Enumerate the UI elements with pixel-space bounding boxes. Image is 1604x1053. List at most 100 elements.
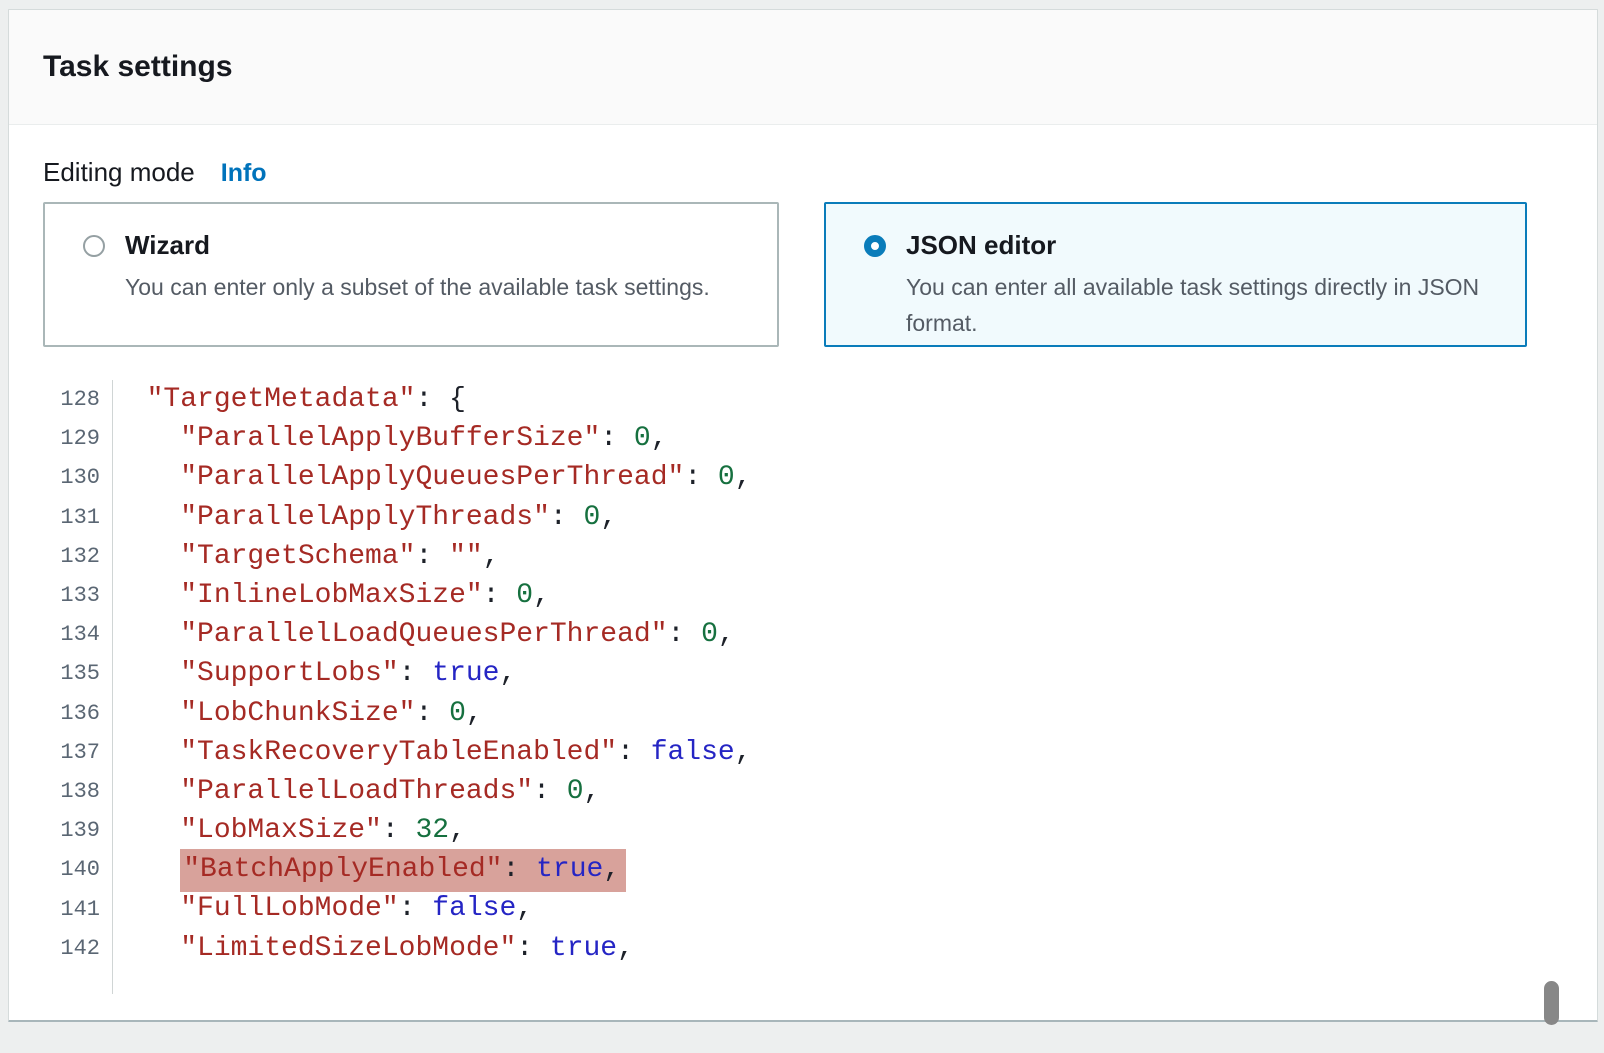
json-value: true bbox=[550, 933, 617, 964]
json-value: true bbox=[536, 854, 603, 885]
line-content: "ParallelApplyThreads": 0, bbox=[180, 502, 617, 533]
line-number: 132 bbox=[9, 537, 100, 576]
card-body: Editing mode Info Wizard You can enter o… bbox=[9, 157, 1597, 1053]
line-number: 140 bbox=[9, 850, 100, 889]
line-content: "LobMaxSize": 32, bbox=[180, 815, 466, 846]
colon: : bbox=[502, 854, 536, 885]
comma: , bbox=[516, 893, 533, 924]
json-value: 0 bbox=[449, 698, 466, 729]
json-value: 0 bbox=[516, 580, 533, 611]
code-line[interactable]: "ParallelApplyThreads": 0, bbox=[113, 498, 1597, 537]
json-value: 0 bbox=[718, 462, 735, 493]
colon: : bbox=[399, 658, 433, 689]
code-line[interactable]: "InlineLobMaxSize": 0, bbox=[113, 576, 1597, 615]
json-value: false bbox=[651, 737, 735, 768]
json-value: 0 bbox=[634, 423, 651, 454]
json-code-editor[interactable]: 1281291301311321331341351361371381391401… bbox=[9, 380, 1597, 994]
info-link[interactable]: Info bbox=[221, 159, 267, 188]
tile-wizard[interactable]: Wizard You can enter only a subset of th… bbox=[43, 202, 779, 347]
comma: , bbox=[735, 737, 752, 768]
code-line[interactable]: "FullLobMode": false, bbox=[113, 889, 1597, 928]
code-line[interactable]: "ParallelLoadThreads": 0, bbox=[113, 772, 1597, 811]
colon: : bbox=[516, 933, 550, 964]
line-number: 142 bbox=[9, 929, 100, 968]
json-key: "SupportLobs" bbox=[180, 658, 398, 689]
json-key: "ParallelLoadThreads" bbox=[180, 776, 533, 807]
code-line[interactable]: "TargetMetadata": { bbox=[113, 380, 1597, 419]
comma: , bbox=[449, 815, 466, 846]
comma: , bbox=[483, 541, 500, 572]
json-key: "FullLobMode" bbox=[180, 893, 398, 924]
comma: , bbox=[533, 580, 550, 611]
code-line[interactable]: "LimitedSizeLobMode": true, bbox=[113, 929, 1597, 968]
code-line[interactable]: "SupportLobs": true, bbox=[113, 654, 1597, 693]
json-key: "LobChunkSize" bbox=[180, 698, 415, 729]
comma: , bbox=[466, 698, 483, 729]
colon: : bbox=[483, 580, 517, 611]
line-content: "ParallelApplyBufferSize": 0, bbox=[180, 423, 667, 454]
wizard-radio-label: Wizard bbox=[125, 230, 210, 261]
colon: : bbox=[382, 815, 416, 846]
json-key: "ParallelApplyThreads" bbox=[180, 502, 550, 533]
task-settings-card: Task settings Editing mode Info Wizard Y… bbox=[8, 9, 1598, 1022]
code-line[interactable]: "ParallelLoadQueuesPerThread": 0, bbox=[113, 615, 1597, 654]
comma: , bbox=[651, 423, 668, 454]
colon: : bbox=[684, 462, 718, 493]
json-value: false bbox=[432, 893, 516, 924]
line-content: "LobChunkSize": 0, bbox=[180, 698, 482, 729]
editing-mode-tiles: Wizard You can enter only a subset of th… bbox=[43, 202, 1597, 347]
code-line[interactable]: "BatchApplyEnabled": true, bbox=[113, 850, 1597, 889]
wizard-radio-button[interactable] bbox=[83, 235, 105, 257]
editor-line-number-gutter: 1281291301311321331341351361371381391401… bbox=[9, 380, 113, 994]
code-line[interactable]: "ParallelApplyBufferSize": 0, bbox=[113, 419, 1597, 458]
json-value: 0 bbox=[567, 776, 584, 807]
card-header: Task settings bbox=[9, 10, 1597, 125]
json-key: "ParallelApplyQueuesPerThread" bbox=[180, 462, 684, 493]
json-editor-description: You can enter all available task setting… bbox=[906, 269, 1505, 341]
comma: , bbox=[600, 502, 617, 533]
line-number: 128 bbox=[9, 380, 100, 419]
json-key: "ParallelLoadQueuesPerThread" bbox=[180, 619, 667, 650]
editing-mode-label: Editing mode bbox=[43, 157, 195, 188]
code-line[interactable]: "TaskRecoveryTableEnabled": false, bbox=[113, 733, 1597, 772]
line-number: 138 bbox=[9, 772, 100, 811]
line-content: "SupportLobs": true, bbox=[180, 658, 516, 689]
json-value: true bbox=[432, 658, 499, 689]
comma: , bbox=[718, 619, 735, 650]
line-content: "TargetSchema": "", bbox=[180, 541, 499, 572]
json-editor-radio-row: JSON editor bbox=[864, 230, 1505, 261]
line-content: "TargetMetadata": { bbox=[147, 384, 466, 415]
line-content: "ParallelLoadThreads": 0, bbox=[180, 776, 600, 807]
colon: : bbox=[533, 776, 567, 807]
colon: : bbox=[415, 698, 449, 729]
json-key: "LimitedSizeLobMode" bbox=[180, 933, 516, 964]
json-value: { bbox=[449, 384, 466, 415]
line-number: 130 bbox=[9, 458, 100, 497]
code-line[interactable]: "LobChunkSize": 0, bbox=[113, 694, 1597, 733]
colon: : bbox=[668, 619, 702, 650]
line-content: "LimitedSizeLobMode": true, bbox=[180, 933, 634, 964]
editor-scrollbar-thumb[interactable] bbox=[1544, 981, 1559, 1025]
code-line[interactable]: "TargetSchema": "", bbox=[113, 537, 1597, 576]
line-number: 131 bbox=[9, 498, 100, 537]
line-content: "TaskRecoveryTableEnabled": false, bbox=[180, 737, 751, 768]
code-line[interactable]: "ParallelApplyQueuesPerThread": 0, bbox=[113, 458, 1597, 497]
line-content: "ParallelLoadQueuesPerThread": 0, bbox=[180, 619, 735, 650]
editor-code-area[interactable]: "TargetMetadata": { "ParallelApplyBuffer… bbox=[113, 380, 1597, 994]
comma: , bbox=[603, 854, 620, 885]
code-line[interactable]: "LobMaxSize": 32, bbox=[113, 811, 1597, 850]
wizard-description: You can enter only a subset of the avail… bbox=[125, 269, 757, 305]
json-key: "TaskRecoveryTableEnabled" bbox=[180, 737, 617, 768]
json-value: 0 bbox=[701, 619, 718, 650]
line-number: 135 bbox=[9, 654, 100, 693]
tile-json-editor[interactable]: JSON editor You can enter all available … bbox=[824, 202, 1527, 347]
json-key: "LobMaxSize" bbox=[180, 815, 382, 846]
line-number: 139 bbox=[9, 811, 100, 850]
comma: , bbox=[617, 933, 634, 964]
json-editor-radio-button[interactable] bbox=[864, 235, 886, 257]
json-key: "InlineLobMaxSize" bbox=[180, 580, 482, 611]
comma: , bbox=[584, 776, 601, 807]
line-number: 136 bbox=[9, 694, 100, 733]
json-value: 32 bbox=[415, 815, 449, 846]
colon: : bbox=[617, 737, 651, 768]
